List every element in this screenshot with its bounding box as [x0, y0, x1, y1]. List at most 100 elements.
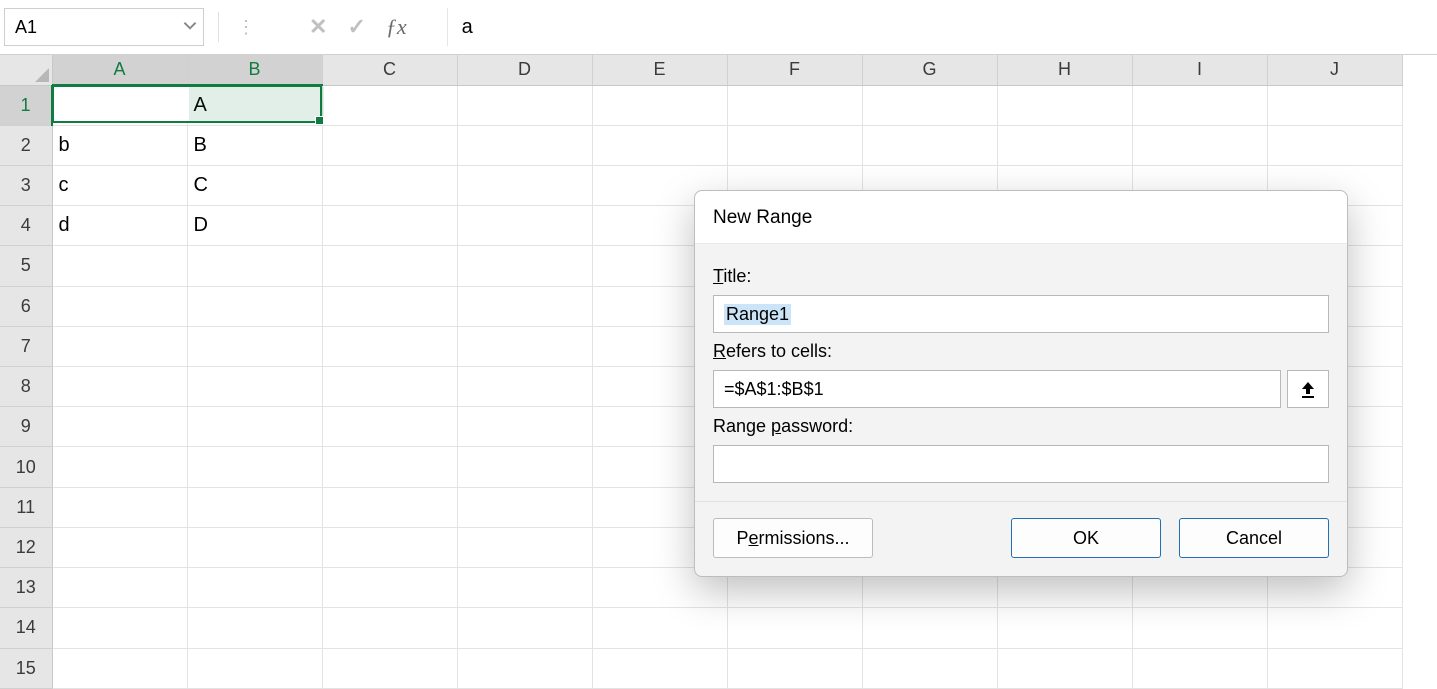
cell-E14[interactable] — [592, 608, 727, 648]
refers-input[interactable]: =$A$1:$B$1 — [713, 370, 1281, 408]
cell-A2[interactable]: b — [52, 125, 187, 165]
col-header-B[interactable]: B — [187, 55, 322, 85]
cell-C10[interactable] — [322, 447, 457, 487]
cell-D5[interactable] — [457, 246, 592, 286]
cell-A13[interactable] — [52, 568, 187, 608]
cell-C3[interactable] — [322, 165, 457, 205]
cell-B11[interactable] — [187, 487, 322, 527]
cancel-button[interactable]: Cancel — [1179, 518, 1329, 558]
cell-B13[interactable] — [187, 568, 322, 608]
cell-I2[interactable] — [1132, 125, 1267, 165]
cell-B12[interactable] — [187, 527, 322, 567]
cell-D1[interactable] — [457, 85, 592, 125]
cell-D3[interactable] — [457, 165, 592, 205]
row-header-12[interactable]: 12 — [0, 527, 52, 567]
cell-A5[interactable] — [52, 246, 187, 286]
cell-C8[interactable] — [322, 367, 457, 407]
row-header-1[interactable]: 1 — [0, 85, 52, 125]
row-header-6[interactable]: 6 — [0, 286, 52, 326]
cell-C7[interactable] — [322, 326, 457, 366]
cell-A8[interactable] — [52, 367, 187, 407]
cell-E2[interactable] — [592, 125, 727, 165]
permissions-button[interactable]: Permissions... — [713, 518, 873, 558]
cell-B2[interactable]: B — [187, 125, 322, 165]
cell-D13[interactable] — [457, 568, 592, 608]
password-input[interactable] — [713, 445, 1329, 483]
cell-C15[interactable] — [322, 648, 457, 688]
row-header-14[interactable]: 14 — [0, 608, 52, 648]
cell-J15[interactable] — [1267, 648, 1402, 688]
formula-input[interactable]: a — [447, 8, 1437, 46]
row-header-3[interactable]: 3 — [0, 165, 52, 205]
cell-E15[interactable] — [592, 648, 727, 688]
cell-C4[interactable] — [322, 206, 457, 246]
cell-A12[interactable] — [52, 527, 187, 567]
col-header-A[interactable]: A — [52, 55, 187, 85]
cell-D12[interactable] — [457, 527, 592, 567]
cell-C2[interactable] — [322, 125, 457, 165]
cell-J1[interactable] — [1267, 85, 1402, 125]
col-header-F[interactable]: F — [727, 55, 862, 85]
row-header-11[interactable]: 11 — [0, 487, 52, 527]
row-header-8[interactable]: 8 — [0, 367, 52, 407]
cell-B14[interactable] — [187, 608, 322, 648]
row-header-9[interactable]: 9 — [0, 407, 52, 447]
cell-B8[interactable] — [187, 367, 322, 407]
cell-B4[interactable]: D — [187, 206, 322, 246]
cell-G15[interactable] — [862, 648, 997, 688]
cell-D8[interactable] — [457, 367, 592, 407]
row-header-2[interactable]: 2 — [0, 125, 52, 165]
col-header-E[interactable]: E — [592, 55, 727, 85]
cell-B1[interactable]: A — [187, 85, 322, 125]
row-header-10[interactable]: 10 — [0, 447, 52, 487]
cell-A3[interactable]: c — [52, 165, 187, 205]
cell-B5[interactable] — [187, 246, 322, 286]
col-header-I[interactable]: I — [1132, 55, 1267, 85]
row-header-7[interactable]: 7 — [0, 326, 52, 366]
cell-A11[interactable] — [52, 487, 187, 527]
cell-C6[interactable] — [322, 286, 457, 326]
cell-H15[interactable] — [997, 648, 1132, 688]
cell-C14[interactable] — [322, 608, 457, 648]
row-header-5[interactable]: 5 — [0, 246, 52, 286]
cell-B15[interactable] — [187, 648, 322, 688]
col-header-D[interactable]: D — [457, 55, 592, 85]
cell-G2[interactable] — [862, 125, 997, 165]
cell-A4[interactable]: d — [52, 206, 187, 246]
cell-G14[interactable] — [862, 608, 997, 648]
col-header-C[interactable]: C — [322, 55, 457, 85]
cell-A1[interactable]: a — [52, 85, 187, 125]
cell-C13[interactable] — [322, 568, 457, 608]
title-input[interactable]: Range1 — [713, 295, 1329, 333]
cell-A14[interactable] — [52, 608, 187, 648]
cell-H14[interactable] — [997, 608, 1132, 648]
cell-A15[interactable] — [52, 648, 187, 688]
cell-I14[interactable] — [1132, 608, 1267, 648]
cell-J14[interactable] — [1267, 608, 1402, 648]
col-header-G[interactable]: G — [862, 55, 997, 85]
cell-A6[interactable] — [52, 286, 187, 326]
cell-C12[interactable] — [322, 527, 457, 567]
cell-D4[interactable] — [457, 206, 592, 246]
name-box[interactable]: A1 — [4, 8, 204, 46]
cell-A9[interactable] — [52, 407, 187, 447]
cell-B9[interactable] — [187, 407, 322, 447]
select-all-corner[interactable] — [0, 55, 52, 85]
cell-C1[interactable] — [322, 85, 457, 125]
cell-H2[interactable] — [997, 125, 1132, 165]
cell-F1[interactable] — [727, 85, 862, 125]
cell-C5[interactable] — [322, 246, 457, 286]
cell-C9[interactable] — [322, 407, 457, 447]
cell-F15[interactable] — [727, 648, 862, 688]
dropdown-icon[interactable] — [183, 17, 197, 38]
fx-icon[interactable]: ƒx — [386, 14, 407, 40]
col-header-J[interactable]: J — [1267, 55, 1402, 85]
cell-A7[interactable] — [52, 326, 187, 366]
cell-E1[interactable] — [592, 85, 727, 125]
cell-J2[interactable] — [1267, 125, 1402, 165]
cell-I15[interactable] — [1132, 648, 1267, 688]
cell-D10[interactable] — [457, 447, 592, 487]
cell-F2[interactable] — [727, 125, 862, 165]
cell-A10[interactable] — [52, 447, 187, 487]
cell-B10[interactable] — [187, 447, 322, 487]
